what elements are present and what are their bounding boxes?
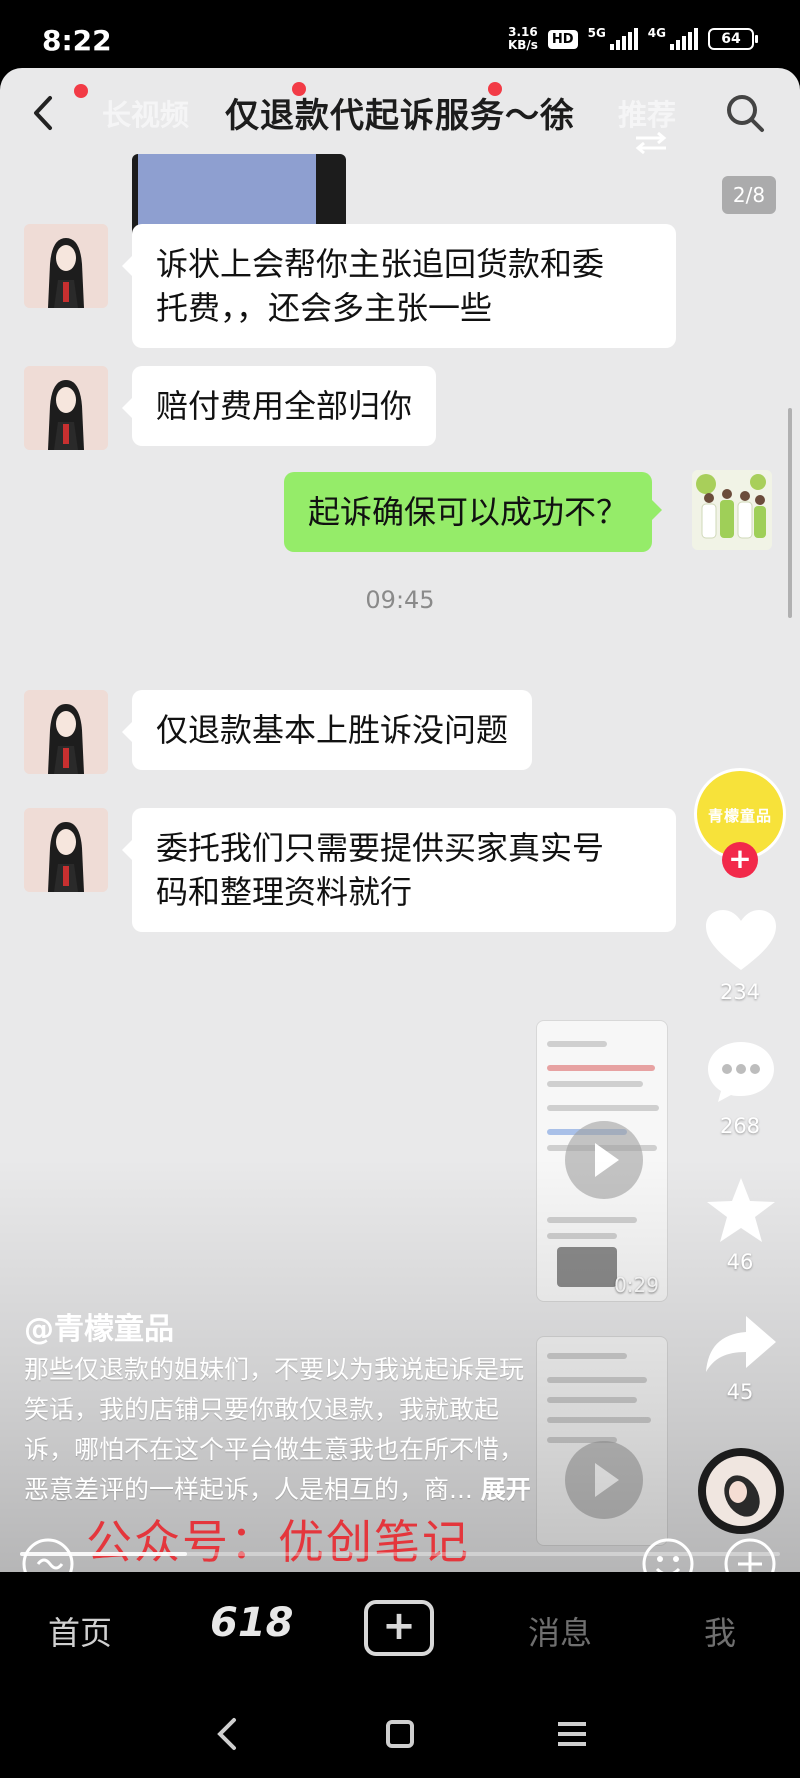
page-title: 仅退款代起诉服务～徐 [225, 96, 575, 136]
search-button[interactable] [720, 90, 770, 136]
video-caption: 那些仅退款的姐妹们，不要以为我说起诉是玩 笑话，我的店铺只要你敢仅退款，我就敢起… [24, 1350, 614, 1510]
signal-5g-icon [609, 28, 638, 50]
play-icon [565, 1121, 643, 1199]
video-player[interactable]: 诉状上会帮你主张追回货款和委 托费，，还会多主张一些 赔付费用全部归你 起诉确保… [0, 68, 800, 1572]
share-icon[interactable] [702, 1310, 780, 1380]
caption-line: 恶意差评的一样起诉，人是相互的，商... [24, 1475, 473, 1504]
follow-button[interactable]: + [722, 842, 758, 878]
network-speed: 3.16 KB/s [508, 26, 538, 52]
chat-bubble-incoming: 仅退款基本上胜诉没问题 [121, 690, 533, 770]
network-speed-unit: KB/s [507, 38, 538, 52]
top-bar: 长视频 推荐 仅退款代起诉服务～徐 [0, 68, 800, 158]
system-nav-bar [0, 1690, 800, 1778]
my-avatar [692, 470, 772, 550]
share-count: 45 [726, 1380, 754, 1404]
watermark-text: 公众号：优创笔记 [86, 1515, 470, 1569]
video-thumbnail[interactable]: 0:29 [536, 1020, 668, 1302]
favorite-count: 46 [726, 1250, 754, 1274]
comment-count: 268 [719, 1114, 761, 1138]
contact-avatar [24, 690, 108, 774]
chat-text: 起诉确保可以成功不？ [308, 493, 629, 531]
chat-text-line: 委托我们只需要提供买家真实号 [156, 829, 605, 867]
chat-timestamp: 09:45 [365, 586, 435, 614]
chat-bubble-incoming: 委托我们只需要提供买家真实号 码和整理资料就行 [122, 808, 676, 932]
bottom-nav: 首页 618 + 消息 我 [0, 1572, 800, 1690]
search-icon [727, 95, 764, 132]
video-duration: 0:29 [614, 1273, 659, 1297]
chat-bubble-incoming: 赔付费用全部归你 [121, 366, 437, 446]
chat-text-line: 诉状上会帮你主张追回货款和委 [156, 245, 605, 283]
music-disc-icon[interactable] [698, 1448, 784, 1534]
chat-text: 仅退款基本上胜诉没问题 [156, 711, 509, 749]
status-indicators: 3.16 KB/s HD 5G 4G 64 [508, 26, 758, 52]
nav-me[interactable]: 我 [704, 1608, 736, 1654]
caption-line: 笑话，我的店铺只要你敢仅退款，我就敢起 [24, 1395, 500, 1424]
heart-icon[interactable] [702, 906, 780, 976]
add-comment-icon[interactable] [722, 1536, 778, 1572]
chat-text-line: 托费，，还会多主张一些 [156, 289, 493, 327]
contact-avatar [24, 366, 108, 450]
chat-bubble-outgoing: 起诉确保可以成功不？ [284, 472, 663, 552]
shuffle-icon[interactable] [634, 130, 668, 154]
hd-badge: HD [547, 29, 578, 49]
nav-618-promo[interactable]: 618 [210, 1600, 294, 1646]
nav-messages[interactable]: 消息 [528, 1608, 592, 1654]
creator-logo-text: 青檬童品 [707, 807, 772, 825]
page-indicator: 2/8 [722, 176, 776, 214]
nav-home[interactable]: 首页 [48, 1608, 112, 1654]
nav-add-button[interactable]: + [364, 1600, 434, 1656]
signal-4g-label: 4G [647, 26, 666, 40]
signal-4g-icon [670, 28, 698, 50]
system-back-icon[interactable] [208, 1714, 248, 1754]
battery-icon: 64 [708, 28, 758, 50]
system-menu-icon[interactable] [552, 1714, 592, 1754]
chat-text: 赔付费用全部归你 [156, 387, 413, 425]
scrollbar[interactable] [788, 408, 792, 618]
contact-avatar [24, 808, 108, 892]
chat-text-line: 码和整理资料就行 [156, 873, 413, 911]
expand-link[interactable]: 展开 [481, 1475, 531, 1504]
comment-icon[interactable] [702, 1036, 780, 1106]
like-count: 234 [719, 980, 761, 1004]
star-icon[interactable] [702, 1176, 780, 1246]
emoji-icon[interactable] [640, 1536, 696, 1572]
author-name[interactable]: @青檬童品 [24, 1304, 174, 1348]
caption-line: 诉，哪怕不在这个平台做生意我也在所不惜， [24, 1435, 525, 1464]
system-home-icon[interactable] [380, 1714, 420, 1754]
chat-bubble-incoming: 诉状上会帮你主张追回货款和委 托费，，还会多主张一些 [122, 224, 676, 348]
contact-avatar [24, 224, 108, 308]
status-time: 8:22 [42, 24, 112, 57]
signal-5g-label: 5G [587, 26, 606, 40]
caption-line: 那些仅退款的姐妹们，不要以为我说起诉是玩 [24, 1355, 525, 1384]
